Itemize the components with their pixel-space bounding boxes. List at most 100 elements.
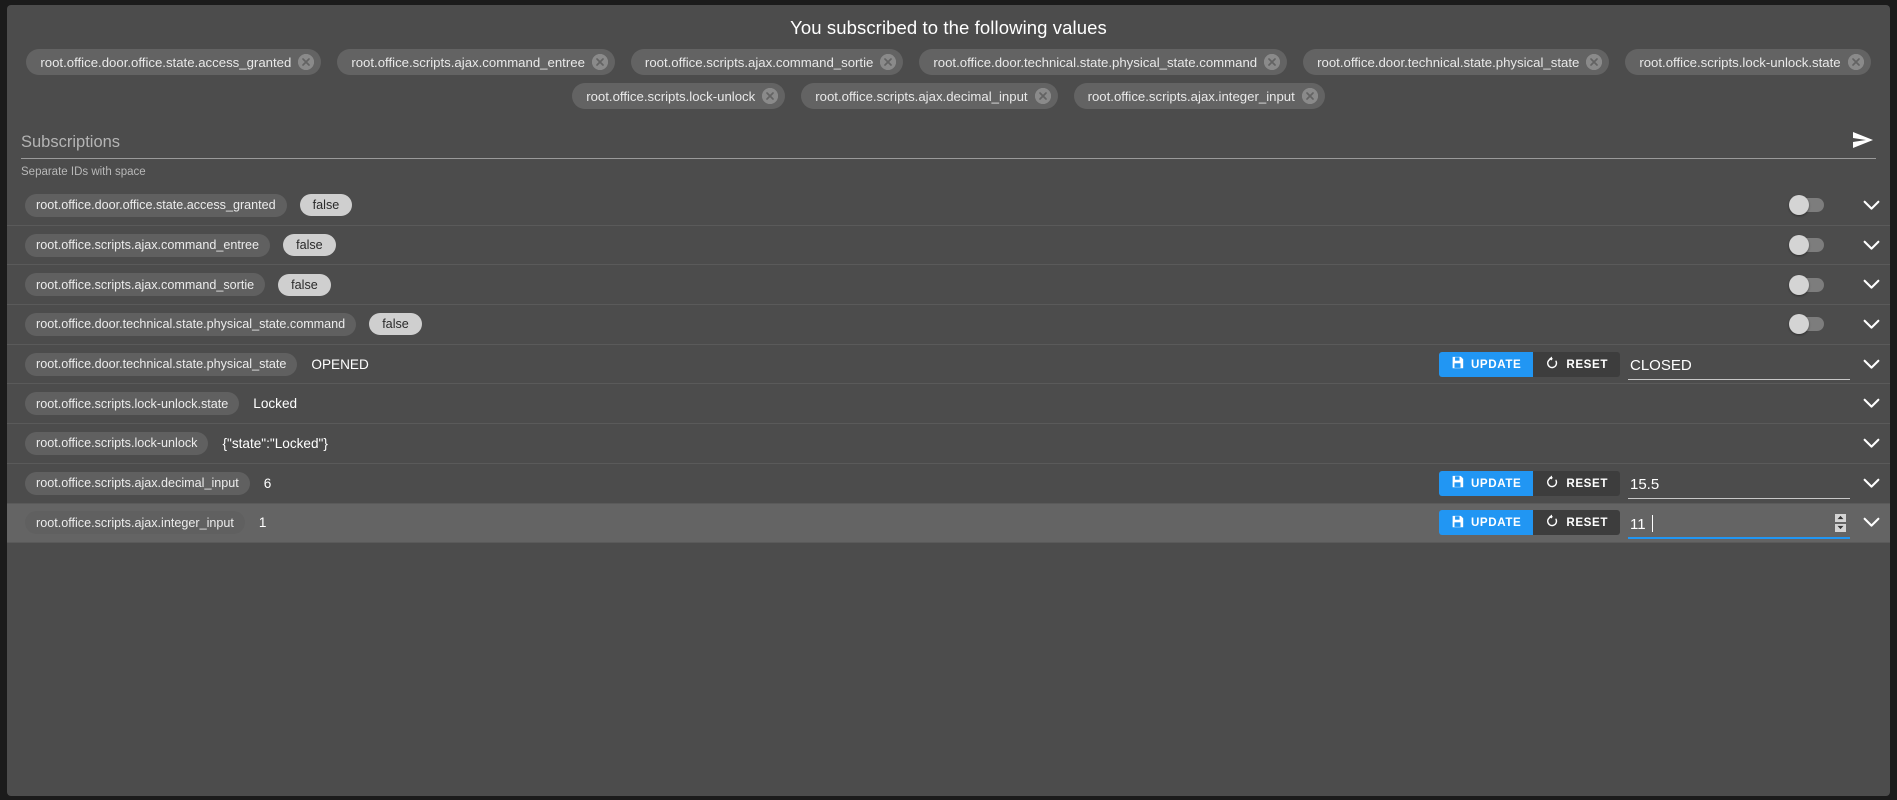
close-icon[interactable] [298, 54, 315, 70]
subscription-chip[interactable]: root.office.scripts.lock-unlock [572, 83, 786, 109]
app-window: You subscribed to the following values r… [7, 5, 1890, 796]
row-value: OPENED [311, 356, 369, 372]
row-key-chip: root.office.door.technical.state.physica… [25, 352, 298, 376]
subscription-chip-label: root.office.scripts.ajax.decimal_input [815, 88, 1028, 104]
chevron-down-icon[interactable] [1852, 265, 1890, 304]
spinner-up-icon[interactable] [1835, 513, 1846, 522]
close-icon[interactable] [1034, 88, 1051, 104]
toggle-knob [1789, 314, 1809, 335]
row-toggle[interactable] [1789, 235, 1824, 256]
row-value: false [299, 194, 353, 217]
subscription-chip-label: root.office.scripts.ajax.integer_input [1087, 88, 1295, 104]
row-key-chip: root.office.door.technical.state.physica… [25, 312, 357, 336]
chip-row-2: root.office.scripts.lock-unlock root.offi… [25, 83, 1872, 109]
subscription-chip[interactable]: root.office.scripts.ajax.command_sortie [630, 49, 904, 75]
row-key-chip: root.office.scripts.ajax.integer_input [25, 511, 245, 535]
save-icon [1451, 515, 1464, 531]
row-toggle[interactable] [1789, 195, 1824, 216]
subscription-row: root.office.scripts.lock-unlock.state Loc… [7, 384, 1890, 425]
restore-icon [1545, 475, 1559, 492]
subscription-chip-label: root.office.door.technical.state.physica… [1317, 54, 1580, 70]
update-button[interactable]: UPDATE [1438, 351, 1534, 377]
subscribed-chips-area: root.office.door.office.state.access_gra… [7, 39, 1890, 109]
restore-icon [1545, 514, 1559, 531]
close-icon[interactable] [1264, 54, 1281, 70]
chevron-down-icon[interactable] [1852, 384, 1890, 423]
row-key-chip: root.office.scripts.ajax.decimal_input [25, 471, 250, 495]
subscription-row: root.office.scripts.ajax.decimal_input 6 U… [7, 464, 1890, 504]
reset-button-label: RESET [1566, 476, 1608, 490]
row-action-buttons: UPDATE RESET [1438, 351, 1620, 377]
chevron-down-icon[interactable] [1852, 504, 1890, 543]
update-button-label: UPDATE [1470, 476, 1522, 490]
subscription-row: root.office.scripts.lock-unlock {"state":… [7, 424, 1890, 464]
reset-button[interactable]: RESET [1533, 351, 1620, 377]
subscription-chip-label: root.office.scripts.ajax.command_entree [351, 54, 585, 70]
row-toggle[interactable] [1789, 314, 1824, 335]
row-toggle[interactable] [1789, 274, 1824, 295]
update-button[interactable]: UPDATE [1438, 470, 1534, 496]
subscriptions-field: Separate IDs with space [21, 125, 1876, 178]
subscription-chip[interactable]: root.office.door.technical.state.physica… [919, 49, 1288, 75]
close-icon[interactable] [880, 54, 897, 70]
subscription-chip[interactable]: root.office.scripts.ajax.integer_input [1073, 83, 1325, 109]
row-value-input[interactable] [1628, 515, 1850, 539]
subscription-rows: root.office.door.office.state.access_gra… [7, 186, 1890, 544]
row-value-input[interactable] [1628, 357, 1850, 381]
chevron-down-icon[interactable] [1852, 305, 1890, 344]
subscriptions-hint: Separate IDs with space [21, 166, 146, 178]
reset-button[interactable]: RESET [1533, 510, 1620, 536]
page-title: You subscribed to the following values [790, 17, 1107, 38]
subscription-row: root.office.scripts.ajax.command_sortie f… [7, 265, 1890, 306]
close-icon[interactable] [591, 54, 608, 70]
row-key-chip: root.office.scripts.lock-unlock [25, 431, 209, 455]
close-icon[interactable] [1847, 54, 1864, 70]
row-value: Locked [253, 396, 298, 412]
row-key-chip: root.office.scripts.ajax.command_sortie [25, 273, 266, 297]
subscription-row: root.office.door.technical.state.physica… [7, 345, 1890, 385]
row-value: {"state":"Locked"} [222, 435, 328, 451]
subscription-chip[interactable]: root.office.door.office.state.access_gra… [26, 49, 322, 75]
row-value: false [278, 273, 331, 296]
chevron-down-icon[interactable] [1852, 345, 1890, 384]
toggle-knob [1789, 195, 1809, 216]
reset-button-label: RESET [1566, 516, 1608, 530]
save-icon [1451, 475, 1464, 491]
subscription-chip-label: root.office.scripts.ajax.command_sortie [644, 54, 874, 70]
row-value: false [283, 234, 336, 257]
row-value-editor [1628, 348, 1850, 381]
update-button[interactable]: UPDATE [1438, 510, 1534, 536]
close-icon[interactable] [1301, 88, 1318, 104]
row-value-editor [1628, 507, 1850, 539]
subscriptions-input[interactable] [21, 133, 1850, 152]
row-key-chip: root.office.door.office.state.access_gra… [25, 193, 287, 217]
subscription-row: root.office.door.technical.state.physica… [7, 305, 1890, 345]
row-value-editor [1628, 467, 1850, 500]
spinner-down-icon[interactable] [1835, 523, 1846, 532]
chevron-down-icon[interactable] [1852, 186, 1890, 225]
reset-button[interactable]: RESET [1533, 470, 1620, 496]
subscription-chip-label: root.office.door.technical.state.physica… [933, 54, 1258, 70]
chevron-down-icon[interactable] [1852, 464, 1890, 503]
toggle-knob [1789, 235, 1809, 256]
number-spinner[interactable] [1835, 513, 1846, 532]
subscription-row: root.office.scripts.ajax.command_entree f… [7, 226, 1890, 266]
row-action-buttons: UPDATE RESET [1438, 470, 1620, 496]
close-icon[interactable] [762, 88, 779, 104]
chevron-down-icon[interactable] [1852, 424, 1890, 463]
subscription-chip[interactable]: root.office.scripts.ajax.decimal_input [801, 83, 1058, 109]
subscriptions-input-row [21, 125, 1876, 159]
row-value: 6 [263, 475, 272, 491]
subscription-chip-label: root.office.scripts.lock-unlock [586, 88, 756, 104]
row-key-chip: root.office.scripts.ajax.command_entree [25, 233, 271, 257]
subscription-chip[interactable]: root.office.door.technical.state.physica… [1303, 49, 1610, 75]
subscription-chip-label: root.office.scripts.lock-unlock.state [1639, 54, 1841, 70]
chevron-down-icon[interactable] [1852, 226, 1890, 265]
subscription-chip[interactable]: root.office.scripts.ajax.command_entree [337, 49, 615, 75]
chip-row-1: root.office.door.office.state.access_gra… [25, 49, 1872, 75]
send-icon[interactable] [1850, 129, 1876, 151]
text-caret [1652, 514, 1653, 532]
subscription-chip[interactable]: root.office.scripts.lock-unlock.state [1625, 49, 1871, 75]
row-value-input[interactable] [1628, 476, 1850, 500]
close-icon[interactable] [1586, 54, 1603, 70]
